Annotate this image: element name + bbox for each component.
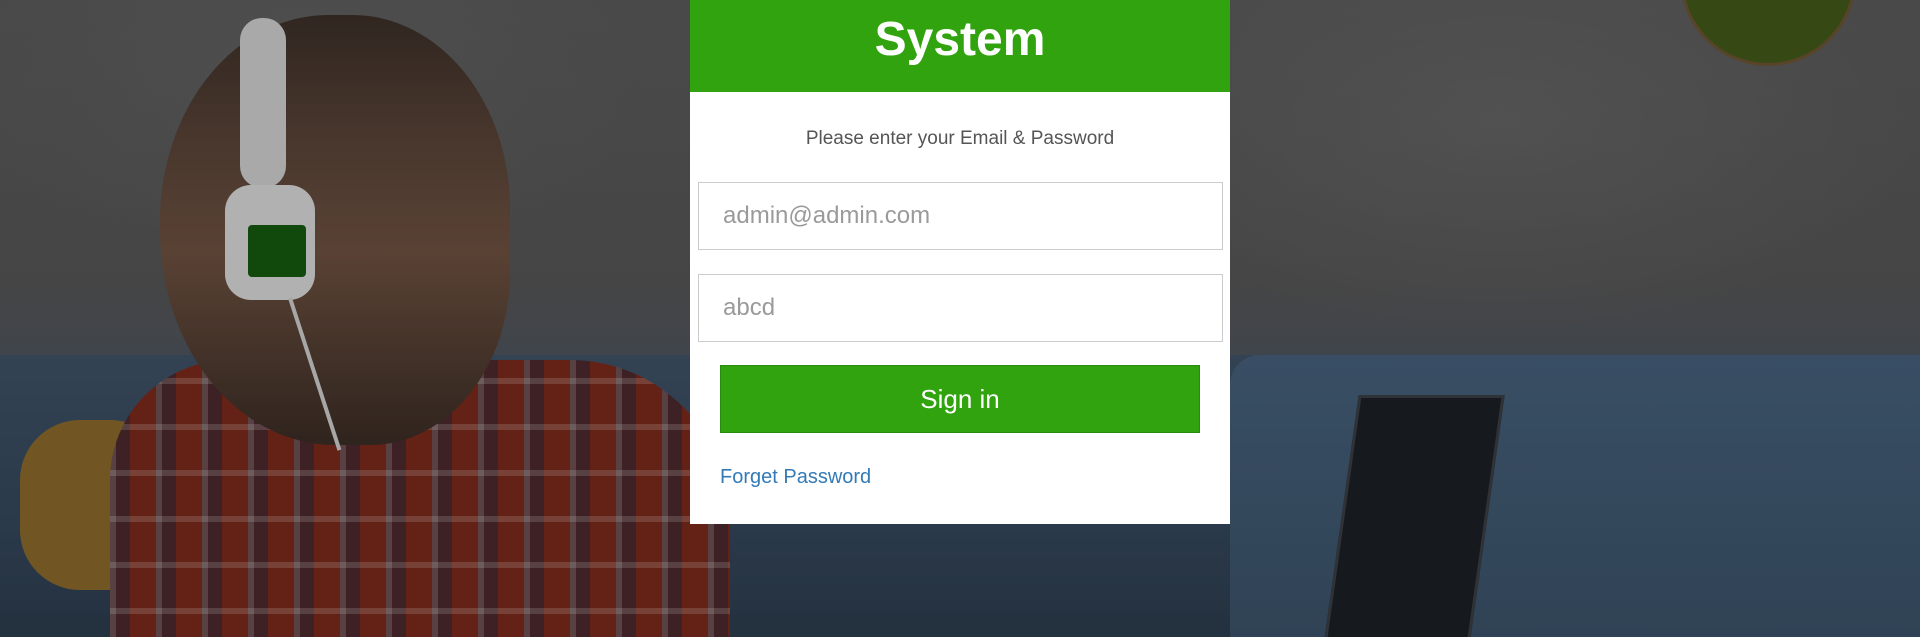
password-input[interactable] <box>698 274 1223 342</box>
app-title: System <box>874 13 1046 66</box>
login-card: System Please enter your Email & Passwor… <box>690 0 1230 524</box>
login-instructions: Please enter your Email & Password <box>805 128 1115 149</box>
login-page: System Please enter your Email & Passwor… <box>0 0 1920 637</box>
email-input[interactable] <box>698 182 1223 250</box>
sign-in-button[interactable]: Sign in <box>720 365 1200 433</box>
forget-password-link[interactable]: Forget Password <box>720 466 871 489</box>
login-card-header: System <box>690 0 1230 92</box>
